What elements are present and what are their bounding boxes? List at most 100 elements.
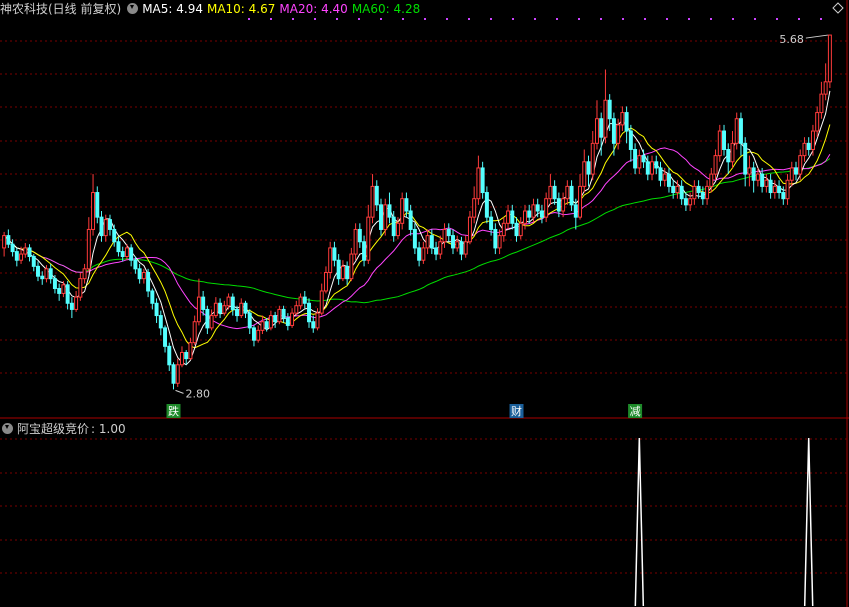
candle-body <box>218 302 223 314</box>
candle-body <box>641 155 646 163</box>
candle-body <box>332 247 337 261</box>
top-marker-dot <box>292 18 294 20</box>
top-marker-dot <box>622 18 624 20</box>
candle-body <box>31 256 36 267</box>
candle-body <box>243 302 248 314</box>
candle-body <box>747 167 752 175</box>
candle-body <box>442 228 447 243</box>
candle-body <box>692 185 697 200</box>
indicator-spike <box>803 437 814 607</box>
top-marker-dot <box>446 18 448 20</box>
top-marker-dot <box>358 18 360 20</box>
candle-body <box>69 302 74 310</box>
candle-body <box>527 210 532 218</box>
candle-body <box>628 130 633 150</box>
candle-body <box>213 302 218 317</box>
candle-body <box>408 210 413 230</box>
ma60-line <box>3 158 831 304</box>
candle-body <box>459 241 464 255</box>
candle-body <box>556 198 561 212</box>
candle-body <box>277 308 282 323</box>
candle-body <box>726 148 731 163</box>
top-marker-dot <box>710 18 712 20</box>
candle-body <box>700 192 705 200</box>
candle-body <box>273 315 278 323</box>
candle-body <box>82 268 87 280</box>
candle-body <box>455 241 460 249</box>
candle-body <box>633 148 638 169</box>
chart-svg: 5.682.80跌财减榜 <box>0 0 849 607</box>
top-marker-dot <box>820 18 822 20</box>
candle-body <box>438 241 443 255</box>
candle-body <box>671 185 676 194</box>
top-marker-dot <box>490 18 492 20</box>
candle-body <box>650 161 655 175</box>
candle-body <box>425 235 430 249</box>
candle-body <box>823 81 828 95</box>
candle-body <box>738 118 743 144</box>
candle-body <box>501 222 506 237</box>
diamond-icon[interactable] <box>832 2 844 14</box>
candle-body <box>167 345 172 366</box>
chart-root: { "header": { "title": "神农科技(日线 前复权)", "… <box>0 0 849 607</box>
candle-body <box>108 219 112 230</box>
candle-body <box>290 312 295 326</box>
candle-body <box>467 216 472 243</box>
candle-body <box>10 243 15 253</box>
candle-body <box>226 296 231 307</box>
candle-body <box>379 204 383 230</box>
candle-body <box>99 216 104 237</box>
candle-body <box>247 312 252 329</box>
candle-body <box>129 247 134 261</box>
candle-body <box>353 228 358 255</box>
candle-body <box>175 364 180 384</box>
candle-body <box>103 219 108 237</box>
candle-body <box>772 185 777 194</box>
candle-body <box>802 142 807 157</box>
candle-body <box>599 118 604 138</box>
top-marker-dot <box>754 18 756 20</box>
candle-body <box>112 228 117 243</box>
candle-body <box>696 185 701 194</box>
low-price-label: 2.80 <box>186 387 211 400</box>
candle-body <box>124 247 129 258</box>
top-marker-dot <box>798 18 800 20</box>
candle-body <box>451 235 455 249</box>
candle-body <box>383 204 388 230</box>
candle-body <box>116 241 121 253</box>
candle-body <box>36 265 40 277</box>
candle-body <box>777 185 782 194</box>
top-marker-dot <box>402 18 404 20</box>
candle-body <box>374 185 379 206</box>
candle-body <box>256 329 261 341</box>
candle-body <box>429 235 434 249</box>
candle-body <box>315 312 320 329</box>
candle-body <box>565 185 570 200</box>
candle-body <box>281 308 286 319</box>
top-marker-dot <box>314 18 316 20</box>
candle-body <box>810 130 815 150</box>
candle-body <box>531 204 536 218</box>
candle-body <box>294 305 299 314</box>
candle-body <box>768 179 773 194</box>
candle-body <box>709 173 714 187</box>
candle-body <box>518 222 523 237</box>
candle-body <box>235 308 240 317</box>
candle-body <box>421 247 426 261</box>
candle-body <box>480 167 485 194</box>
low-arrow <box>175 389 184 394</box>
top-marker-dot <box>578 18 580 20</box>
candle-body <box>65 284 70 304</box>
top-marker-dot <box>732 18 734 20</box>
candle-body <box>611 118 616 144</box>
candle-body <box>561 198 566 212</box>
candle-body <box>340 265 345 280</box>
top-marker-dot <box>248 18 250 20</box>
candle-body <box>40 275 45 280</box>
candle-body <box>620 112 625 126</box>
candle-body <box>205 308 210 329</box>
top-marker-dot <box>424 18 426 20</box>
candle-body <box>260 321 265 331</box>
candle-body <box>493 228 498 249</box>
candle-body <box>489 216 494 230</box>
